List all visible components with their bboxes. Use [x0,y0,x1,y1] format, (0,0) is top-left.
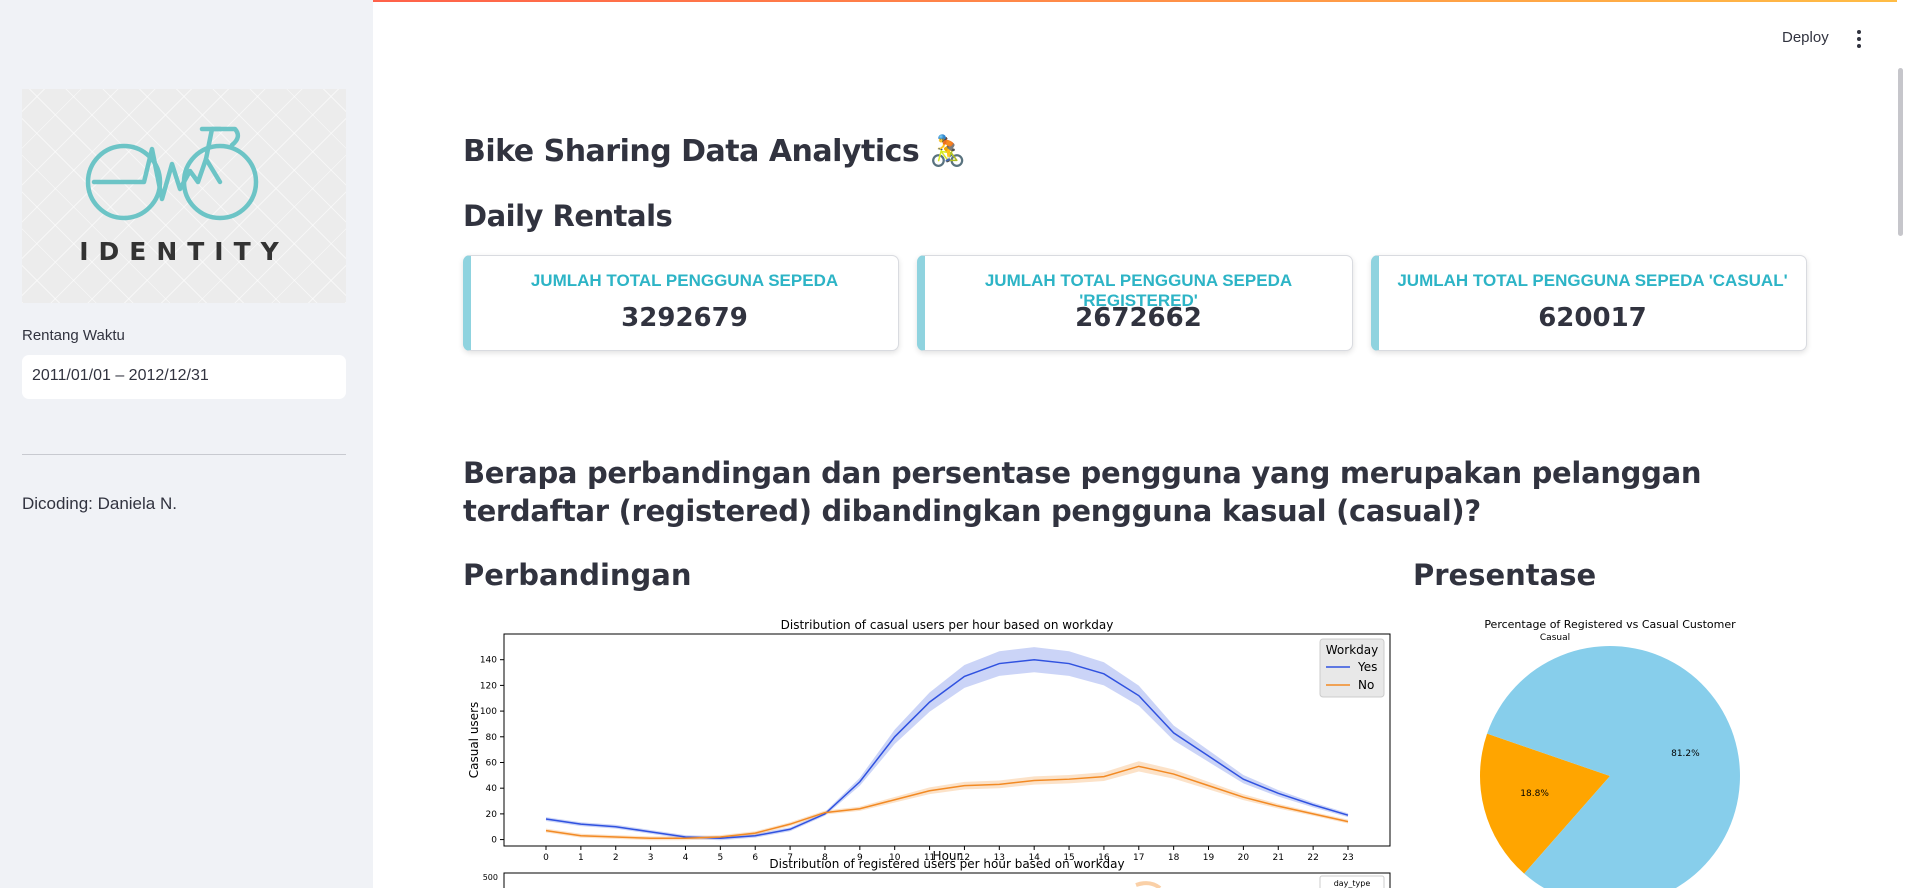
x-tick-label: 6 [752,853,758,863]
registered-vs-casual-pie: Percentage of Registered vs Casual Custo… [1480,618,1740,888]
x-tick-label: 1 [578,853,584,863]
sidebar: IDENTITY Rentang Waktu 2011/01/01 – 2012… [0,0,373,888]
metric-value: 3292679 [621,303,748,333]
x-tick-label: 0 [543,853,549,863]
pie-percent-registered: 81.2% [1671,749,1700,759]
x-tick-label: 2 [613,853,619,863]
x-tick-label: 22 [1307,853,1318,863]
y-tick-label: 140 [480,656,497,666]
metric-label: JUMLAH TOTAL PENGGUNA SEPEDA [530,271,839,290]
pie-title: Percentage of Registered vs Casual Custo… [1484,618,1736,631]
y-axis-label: Casual users [467,702,481,779]
series-line-no [545,765,1349,840]
second-y-tick: 500 [483,873,498,882]
metric-card-total: JUMLAH TOTAL PENGGUNA SEPEDA 3292679 [463,255,899,351]
date-range-label: Rentang Waktu [22,327,125,344]
deploy-button[interactable]: Deploy [1782,29,1829,46]
casual-users-line-chart: Distribution of casual users per hour ba… [467,618,1391,888]
metric-value: 2672662 [1075,303,1202,333]
second-series-peak [1135,881,1162,888]
identity-logo: IDENTITY [22,89,346,303]
metric-label: JUMLAH TOTAL PENGGUNA SEPEDA 'CASUAL' [1397,271,1788,290]
scrollbar-thumb[interactable] [1898,68,1903,236]
metric-card-registered: JUMLAH TOTAL PENGGUNA SEPEDA 'REGISTERED… [917,255,1353,351]
sidebar-divider [22,454,346,455]
plot-area [503,633,1391,847]
x-tick-label: 17 [1133,853,1144,863]
y-tick-label: 80 [486,733,498,743]
percentage-heading: Presentase [1413,558,1597,592]
y-tick-label: 40 [486,784,498,794]
x-tick-label: 20 [1238,853,1250,863]
second-plot-area [503,872,1391,888]
chart-title: Distribution of casual users per hour ba… [781,618,1114,632]
x-tick-label: 5 [717,853,723,863]
y-tick-label: 60 [486,758,498,768]
page-title: Bike Sharing Data Analytics 🚴 [463,134,967,169]
legend-title: Workday [1326,643,1378,657]
metric-card-casual: JUMLAH TOTAL PENGGUNA SEPEDA 'CASUAL' 62… [1371,255,1807,351]
chart-legend: Workday Yes No [1319,638,1385,698]
metric-value: 620017 [1538,303,1647,333]
legend-label-yes: Yes [1357,660,1377,674]
author-credit: Dicoding: Daniela N. [22,494,177,513]
x-tick-label: 3 [648,853,654,863]
y-tick-label: 20 [486,810,498,820]
pie-label-casual: Casual [1540,633,1570,643]
x-tick-label: 19 [1203,853,1215,863]
pie-percent-casual: 18.8% [1520,789,1549,799]
main-menu-icon[interactable] [1855,30,1863,48]
date-range-input[interactable]: 2011/01/01 – 2012/12/31 [22,355,346,399]
bike-logo-icon [85,126,259,221]
daily-rentals-heading: Daily Rentals [463,199,673,233]
second-chart-title: Distribution of registered users per hou… [769,857,1124,871]
logo-wordmark: IDENTITY [79,237,289,266]
legend-label-no: No [1358,678,1374,692]
x-tick-label: 4 [683,853,689,863]
y-tick-label: 0 [491,836,497,846]
confidence-band-yes [546,647,1348,841]
y-tick-label: 120 [480,681,497,691]
second-legend-title: day_type [1334,879,1371,888]
x-tick-label: 21 [1273,853,1284,863]
x-tick-label: 23 [1342,853,1353,863]
x-tick-label: 18 [1168,853,1180,863]
y-tick-label: 100 [480,707,497,717]
analysis-question: Berapa perbandingan dan persentase pengg… [463,456,1702,528]
comparison-heading: Perbandingan [463,558,692,592]
